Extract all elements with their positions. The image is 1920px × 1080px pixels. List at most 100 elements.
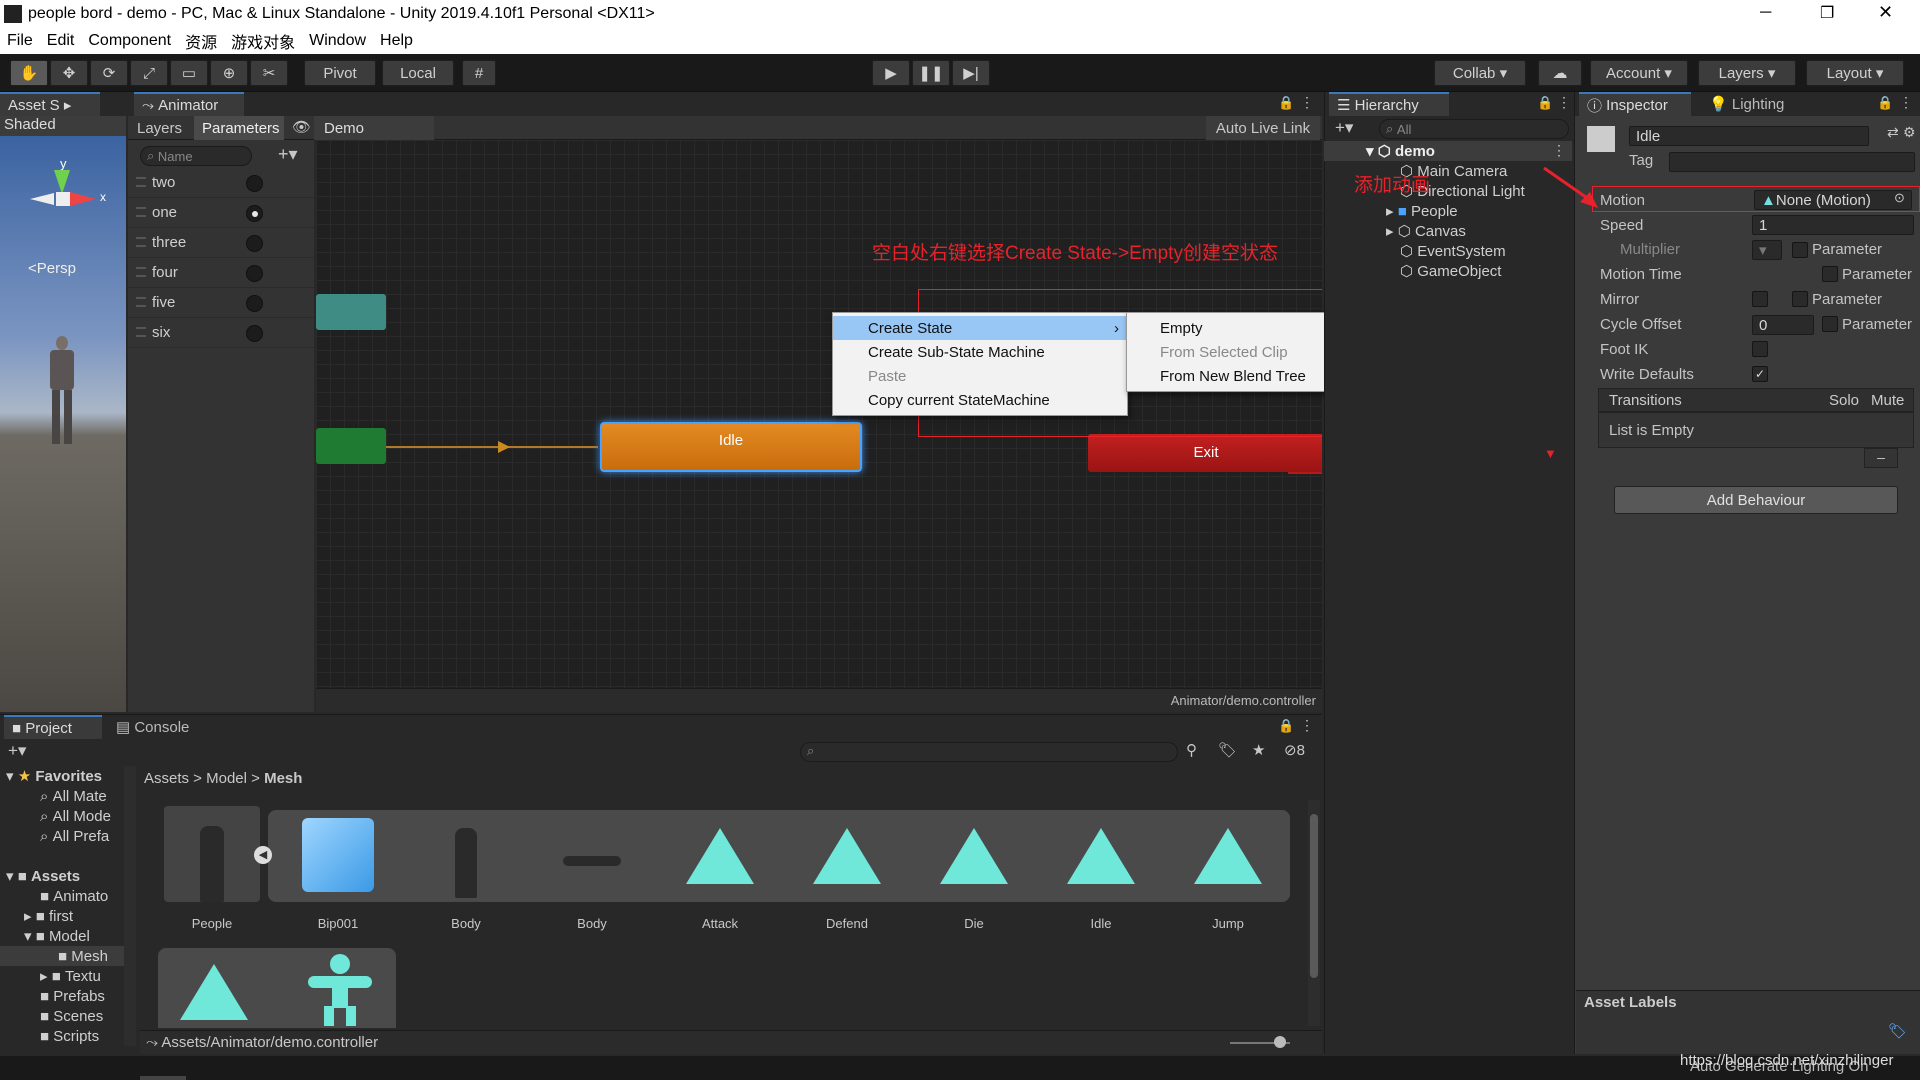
rotate-tool-icon[interactable]: ⟳ (90, 60, 128, 86)
more-options-icon[interactable]: ⋮ (1300, 94, 1314, 111)
tab-layers[interactable]: Layers (128, 116, 194, 140)
create-button[interactable]: +▾ (1335, 118, 1353, 138)
write-defaults-checkbox[interactable]: ✓ (1752, 366, 1768, 382)
tree-scrollbar[interactable] (124, 766, 136, 1046)
auto-live-link-button[interactable]: Auto Live Link (1206, 116, 1320, 140)
expand-arrow-icon[interactable]: ▸ (1386, 222, 1398, 240)
project-search-input[interactable]: ⌕ (800, 742, 1178, 762)
parameter-row[interactable]: five (128, 288, 314, 318)
folder-item[interactable]: ■ Scenes (40, 1006, 103, 1026)
tab-scene[interactable]: Asset S ▸ (0, 92, 100, 116)
play-button[interactable]: ▶ (872, 60, 910, 86)
close-icon[interactable]: ✕ (1878, 2, 1893, 23)
tab-console[interactable]: ▤ Console (108, 715, 197, 739)
exit-state-node[interactable]: Exit (1088, 434, 1322, 472)
tab-inspector[interactable]: ⓘ Inspector (1579, 92, 1691, 116)
transition-line[interactable] (386, 446, 598, 448)
snap-grid-icon[interactable]: # (462, 60, 496, 86)
speed-field[interactable]: 1 (1752, 215, 1914, 235)
menu-gameobject[interactable]: 游戏对象 (224, 29, 302, 53)
move-tool-icon[interactable]: ✥ (50, 60, 88, 86)
settings-gear-icon[interactable]: ⚙ (1903, 124, 1916, 141)
hierarchy-search-input[interactable]: ⌕ All (1379, 119, 1569, 139)
mirror-checkbox[interactable] (1752, 291, 1768, 307)
eye-icon[interactable]: 👁 (292, 118, 311, 136)
drag-handle-icon[interactable] (136, 177, 146, 187)
folder-item[interactable]: ■ Prefabs (40, 986, 105, 1006)
custom-tool-icon[interactable]: ✂ (250, 60, 288, 86)
drag-handle-icon[interactable] (136, 207, 146, 217)
parameter-toggle[interactable] (246, 325, 263, 342)
drag-handle-icon[interactable] (136, 297, 146, 307)
tag-field[interactable] (1669, 152, 1915, 172)
menu-edit[interactable]: Edit (40, 32, 82, 50)
asset-item[interactable]: Idle (1041, 808, 1161, 931)
step-button[interactable]: ▶| (952, 60, 990, 86)
parameter-toggle[interactable] (246, 265, 263, 282)
mirror-parameter-checkbox[interactable] (1792, 291, 1808, 307)
state-graph[interactable]: Idle Exit 空白处右键选择Create State->Empty创建空状… (316, 140, 1322, 688)
minimize-icon[interactable]: ─ (1760, 4, 1771, 22)
add-parameter-button[interactable]: +▾ (278, 144, 298, 165)
search-by-label-icon[interactable]: 🏷 (1218, 741, 1237, 759)
expand-arrow-icon[interactable]: ▸ (1386, 202, 1398, 220)
drag-handle-icon[interactable] (136, 327, 146, 337)
favorite-item[interactable]: ⌕ All Prefa (40, 826, 109, 846)
create-asset-button[interactable]: +▾ (8, 741, 26, 761)
more-options-icon[interactable]: ⋮ (1300, 717, 1314, 734)
parameter-row[interactable]: one (128, 198, 314, 228)
pause-button[interactable]: ❚❚ (912, 60, 950, 86)
local-button[interactable]: Local (382, 60, 454, 86)
parameter-row[interactable]: six (128, 318, 314, 348)
scene-view[interactable]: y x <Persp (0, 136, 126, 712)
cycle-offset-parameter-checkbox[interactable] (1822, 316, 1838, 332)
scene-root-row[interactable] (1324, 141, 1572, 161)
hierarchy-item[interactable]: ⬡ EventSystem (1400, 241, 1506, 261)
favorite-item[interactable]: ⌕ All Mate (40, 786, 107, 806)
asset-item[interactable]: Body (406, 808, 526, 931)
drag-handle-icon[interactable] (136, 237, 146, 247)
asset-item[interactable]: Attack (660, 808, 780, 931)
parameter-row[interactable]: four (128, 258, 314, 288)
breadcrumb-item[interactable]: Assets (144, 770, 189, 787)
menu-file[interactable]: File (0, 32, 40, 50)
folder-item[interactable]: ▸ ■ first (24, 906, 73, 926)
menu-assets[interactable]: 资源 (178, 29, 224, 53)
hierarchy-item[interactable]: ⬡ GameObject (1400, 261, 1501, 281)
parameter-toggle[interactable] (246, 235, 263, 252)
asset-item[interactable]: Defend (787, 808, 907, 931)
menu-item-copy-state-machine[interactable]: Copy current StateMachine (833, 388, 1127, 412)
collab-button[interactable]: Collab ▾ (1434, 60, 1526, 86)
rect-tool-icon[interactable]: ▭ (170, 60, 208, 86)
layout-dropdown[interactable]: Layout ▾ (1806, 60, 1904, 86)
breadcrumb[interactable]: Demo (314, 116, 434, 140)
drag-handle-icon[interactable] (136, 267, 146, 277)
transform-tool-icon[interactable]: ⊕ (210, 60, 248, 86)
menu-item-paste[interactable]: Paste (833, 364, 1127, 388)
assets-header[interactable]: ▾ ■ Assets (6, 866, 80, 886)
persp-label[interactable]: <Persp (28, 260, 76, 277)
menu-item-create-sub-state-machine[interactable]: Create Sub-State Machine (833, 340, 1127, 364)
search-by-type-icon[interactable]: ⚲ (1186, 741, 1197, 759)
state-name-field[interactable]: Idle (1629, 126, 1869, 146)
parameter-row[interactable]: three (128, 228, 314, 258)
lock-icon[interactable]: 🔒 (1877, 95, 1893, 111)
layers-dropdown[interactable]: Layers ▾ (1698, 60, 1796, 86)
shading-dropdown[interactable]: Shaded (0, 116, 126, 136)
parameter-toggle[interactable] (246, 295, 263, 312)
more-options-icon[interactable]: ⋮ (1899, 94, 1913, 111)
menu-help[interactable]: Help (373, 32, 420, 50)
favorite-item[interactable]: ⌕ All Mode (40, 806, 111, 826)
folder-item[interactable]: ▸ ■ Textu (40, 966, 101, 986)
scene-options-icon[interactable]: ⋮ (1552, 142, 1566, 159)
hierarchy-item[interactable]: ▸ ⬡ Canvas (1386, 221, 1466, 241)
tab-lighting[interactable]: 💡 Lighting (1701, 92, 1792, 116)
pivot-button[interactable]: Pivot (304, 60, 376, 86)
label-tag-icon[interactable]: 🏷 (1888, 1022, 1907, 1040)
cloud-icon[interactable]: ☁ (1538, 60, 1582, 86)
scene-root[interactable]: ▾ ⬡ demo (1366, 141, 1435, 161)
hand-tool-icon[interactable]: ✋ (10, 60, 48, 86)
multiplier-dropdown[interactable]: ▾ (1752, 240, 1782, 260)
tab-parameters[interactable]: Parameters (194, 116, 284, 140)
asset-item[interactable]: Die (914, 808, 1034, 931)
